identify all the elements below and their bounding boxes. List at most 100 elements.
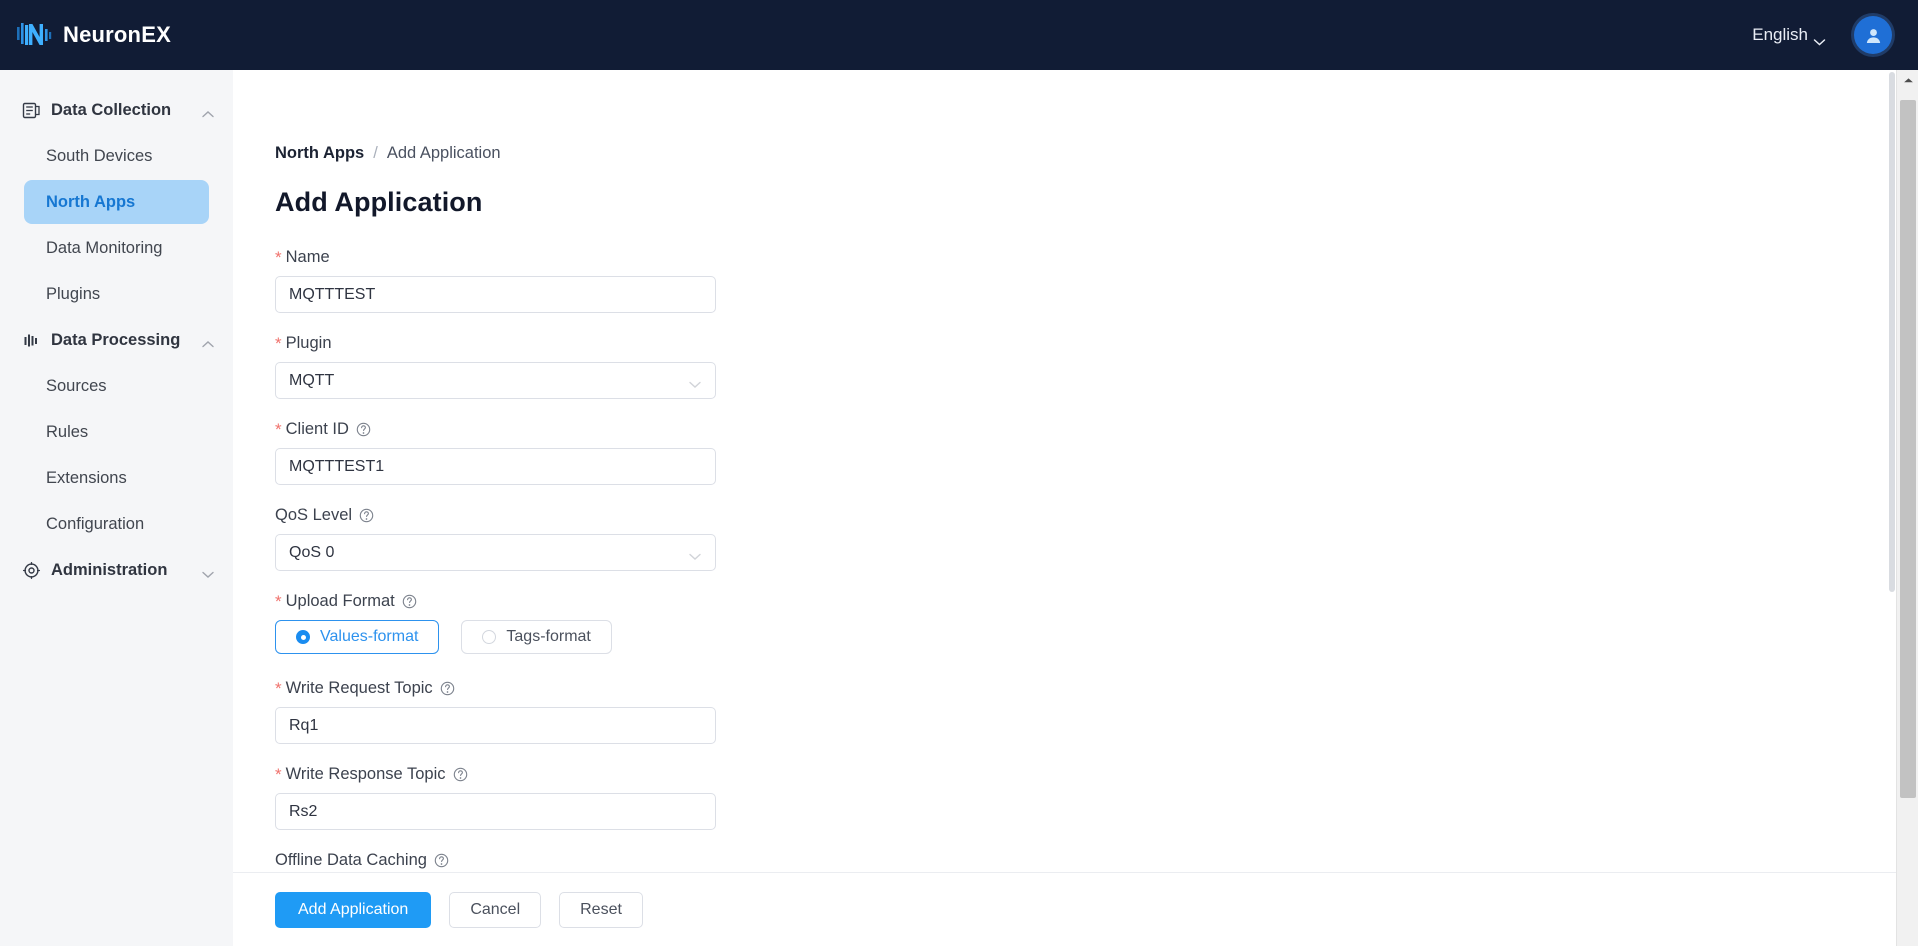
question-circle-icon[interactable] xyxy=(402,594,417,609)
client-id-input[interactable]: MQTTTEST1 xyxy=(275,448,716,485)
radio-label: Tags-format xyxy=(506,628,591,645)
sidebar-item-plugins[interactable]: Plugins xyxy=(24,272,209,316)
language-label: English xyxy=(1752,25,1808,44)
data-processing-icon xyxy=(22,331,41,350)
chevron-down-icon[interactable] xyxy=(201,566,215,578)
data-collection-icon xyxy=(22,101,41,120)
field-write-response-topic: * Write Response Topic Rs2 xyxy=(275,765,735,830)
sidebar-group-data-collection[interactable]: Data Collection xyxy=(0,88,233,132)
sidebar-item-label: Plugins xyxy=(46,284,101,303)
breadcrumb-current: Add Application xyxy=(386,144,501,162)
scroll-up-arrow-icon[interactable] xyxy=(1897,70,1918,90)
field-label-text: Offline Data Caching xyxy=(275,851,427,869)
chevron-down-icon xyxy=(688,548,702,560)
sidebar-nav: Data Collection South Devices North Apps… xyxy=(0,70,233,946)
sidebar-item-label: Extensions xyxy=(46,468,127,487)
upload-format-option-tags[interactable]: Tags-format xyxy=(461,620,612,654)
required-asterisk: * xyxy=(275,334,282,353)
sidebar-item-rules[interactable]: Rules xyxy=(24,410,209,454)
write-response-topic-input[interactable]: Rs2 xyxy=(275,793,716,830)
reset-button[interactable]: Reset xyxy=(559,891,643,928)
form-action-bar: Add Application Cancel Reset xyxy=(233,872,1918,946)
sidebar-item-south-devices[interactable]: South Devices xyxy=(24,134,209,178)
write-request-topic-input[interactable]: Rq1 xyxy=(275,707,716,744)
browser-scrollbar[interactable] xyxy=(1896,70,1918,946)
field-plugin-label: * Plugin xyxy=(275,334,735,353)
question-circle-icon[interactable] xyxy=(440,681,455,696)
sidebar-group-data-processing[interactable]: Data Processing xyxy=(0,318,233,362)
sidebar-item-extensions[interactable]: Extensions xyxy=(24,456,209,500)
field-offline-data-caching-label: Offline Data Caching xyxy=(275,851,735,870)
field-name: * Name MQTTTEST xyxy=(275,248,735,313)
field-write-response-topic-label: * Write Response Topic xyxy=(275,765,735,784)
sidebar-group-label: Administration xyxy=(51,560,168,579)
page-title: Add Application xyxy=(275,187,483,217)
field-label-text: Name xyxy=(285,248,330,266)
sidebar-group-label: Data Collection xyxy=(51,100,172,119)
sidebar-item-label: South Devices xyxy=(46,146,153,165)
question-circle-icon[interactable] xyxy=(359,508,374,523)
plugin-select[interactable]: MQTT xyxy=(275,362,716,399)
form-scrollbar-thumb[interactable] xyxy=(1889,72,1895,592)
breadcrumb: North Apps / Add Application xyxy=(275,144,1896,163)
field-label-text: Upload Format xyxy=(285,592,395,610)
app-header: NeuronEX English xyxy=(0,0,1918,70)
required-asterisk: * xyxy=(275,420,282,439)
field-client-id: * Client ID MQTTTEST1 xyxy=(275,420,735,485)
form-scrollbar[interactable] xyxy=(1888,70,1896,872)
add-application-form: * Name MQTTTEST * Plugin MQTT * Client I… xyxy=(275,248,735,872)
field-upload-format: * Upload Format Values-format Tags-forma… xyxy=(275,592,735,654)
sidebar-group-administration[interactable]: Administration xyxy=(0,548,233,592)
sidebar-item-label: North Apps xyxy=(46,192,136,211)
name-input[interactable]: MQTTTEST xyxy=(275,276,716,313)
language-selector[interactable]: English xyxy=(1752,25,1826,46)
field-label-text: Client ID xyxy=(285,420,349,438)
chevron-down-icon xyxy=(1813,31,1826,46)
chevron-down-icon xyxy=(688,376,702,388)
field-label-text: Write Response Topic xyxy=(285,765,446,783)
required-asterisk: * xyxy=(275,592,282,611)
required-asterisk: * xyxy=(275,248,282,267)
user-avatar-icon[interactable] xyxy=(1854,16,1892,54)
required-asterisk: * xyxy=(275,679,282,698)
field-plugin: * Plugin MQTT xyxy=(275,334,735,399)
field-qos-level: QoS Level QoS 0 xyxy=(275,506,735,571)
field-label-text: Write Request Topic xyxy=(285,679,433,697)
sidebar-item-north-apps[interactable]: North Apps xyxy=(24,180,209,224)
field-label-text: Plugin xyxy=(285,334,332,352)
chevron-up-icon[interactable] xyxy=(201,336,215,347)
sidebar-item-sources[interactable]: Sources xyxy=(24,364,209,408)
field-write-request-topic-label: * Write Request Topic xyxy=(275,679,735,698)
field-upload-format-label: * Upload Format xyxy=(275,592,735,611)
gear-icon xyxy=(22,561,41,580)
radio-label: Values-format xyxy=(320,628,419,645)
question-circle-icon[interactable] xyxy=(356,422,371,437)
field-write-request-topic: * Write Request Topic Rq1 xyxy=(275,679,735,744)
upload-format-option-values[interactable]: Values-format xyxy=(275,620,440,654)
sidebar-item-configuration[interactable]: Configuration xyxy=(24,502,209,546)
add-application-button[interactable]: Add Application xyxy=(275,891,432,928)
main-content: North Apps / Add Application Add Applica… xyxy=(233,70,1918,946)
chevron-up-icon[interactable] xyxy=(201,106,215,117)
brand-name: NeuronEX xyxy=(63,22,171,47)
question-circle-icon[interactable] xyxy=(434,853,449,868)
breadcrumb-separator: / xyxy=(373,144,378,162)
browser-scrollbar-thumb[interactable] xyxy=(1900,100,1916,798)
qos-level-select-value: QoS 0 xyxy=(289,543,335,561)
upload-format-radio-group: Values-format Tags-format xyxy=(275,620,735,654)
qos-level-select[interactable]: QoS 0 xyxy=(275,534,716,571)
sidebar-item-label: Configuration xyxy=(46,514,145,533)
sidebar-item-data-monitoring[interactable]: Data Monitoring xyxy=(24,226,209,270)
sidebar-item-label: Sources xyxy=(46,376,107,395)
cancel-button[interactable]: Cancel xyxy=(449,891,542,928)
field-qos-level-label: QoS Level xyxy=(275,506,735,525)
neuron-logo-icon xyxy=(16,19,54,51)
question-circle-icon[interactable] xyxy=(453,767,468,782)
breadcrumb-parent[interactable]: North Apps xyxy=(275,144,364,163)
brand-logo[interactable]: NeuronEX xyxy=(16,19,171,51)
header-actions: English xyxy=(1752,16,1892,54)
plugin-select-value: MQTT xyxy=(289,371,335,389)
sidebar-group-label: Data Processing xyxy=(51,330,181,349)
field-label-text: QoS Level xyxy=(275,506,353,524)
radio-dot-icon xyxy=(482,630,497,644)
